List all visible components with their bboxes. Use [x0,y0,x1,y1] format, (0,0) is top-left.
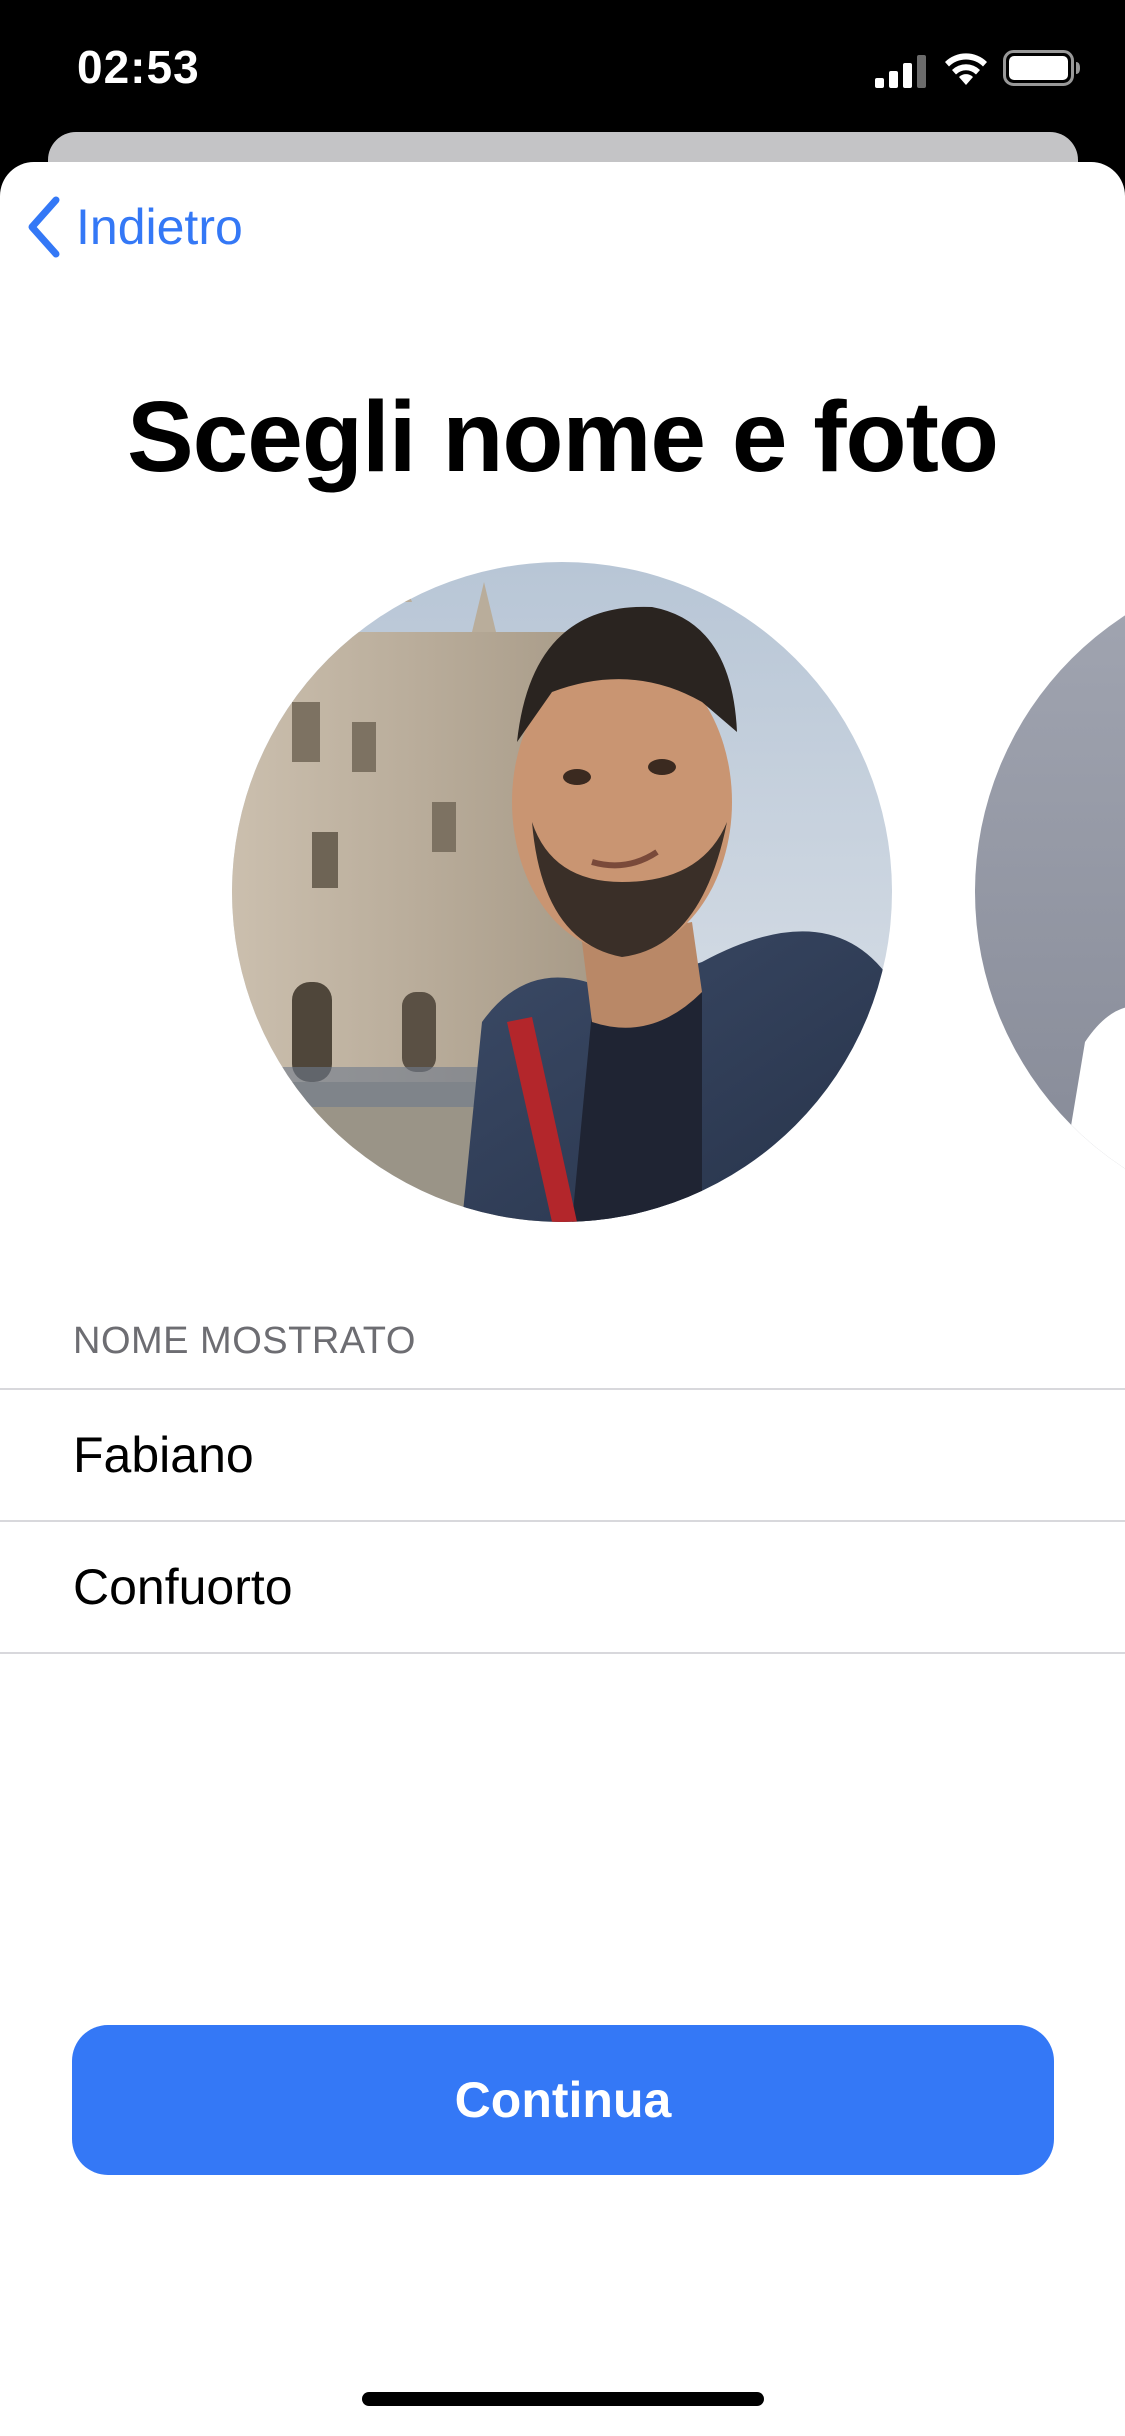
modal-sheet: Indietro Scegli nome e foto NOME MOSTRAT… [0,162,1125,2436]
home-indicator[interactable] [362,2392,764,2406]
memoji-placeholder-image [975,562,1125,1222]
status-bar: 02:53 [0,0,1125,135]
profile-photo-image [232,562,892,1222]
continue-button[interactable]: Continua [72,2025,1054,2175]
last-name-field[interactable]: Confuorto [73,1522,1073,1652]
profile-photo[interactable] [232,562,892,1222]
cellular-signal-icon [875,55,926,88]
wifi-icon [945,53,987,85]
memoji-placeholder[interactable] [975,562,1125,1222]
battery-icon [1003,50,1080,86]
chevron-left-icon [28,196,60,258]
page-title: Scegli nome e foto [126,381,999,493]
status-icons [875,48,1085,92]
back-button[interactable]: Indietro [24,192,243,262]
first-name-field[interactable]: Fabiano [73,1390,1073,1520]
section-header-display-name: NOME MOSTRATO [73,1320,416,1362]
divider [0,1652,1125,1654]
back-label: Indietro [76,199,243,255]
status-time: 02:53 [77,41,200,93]
